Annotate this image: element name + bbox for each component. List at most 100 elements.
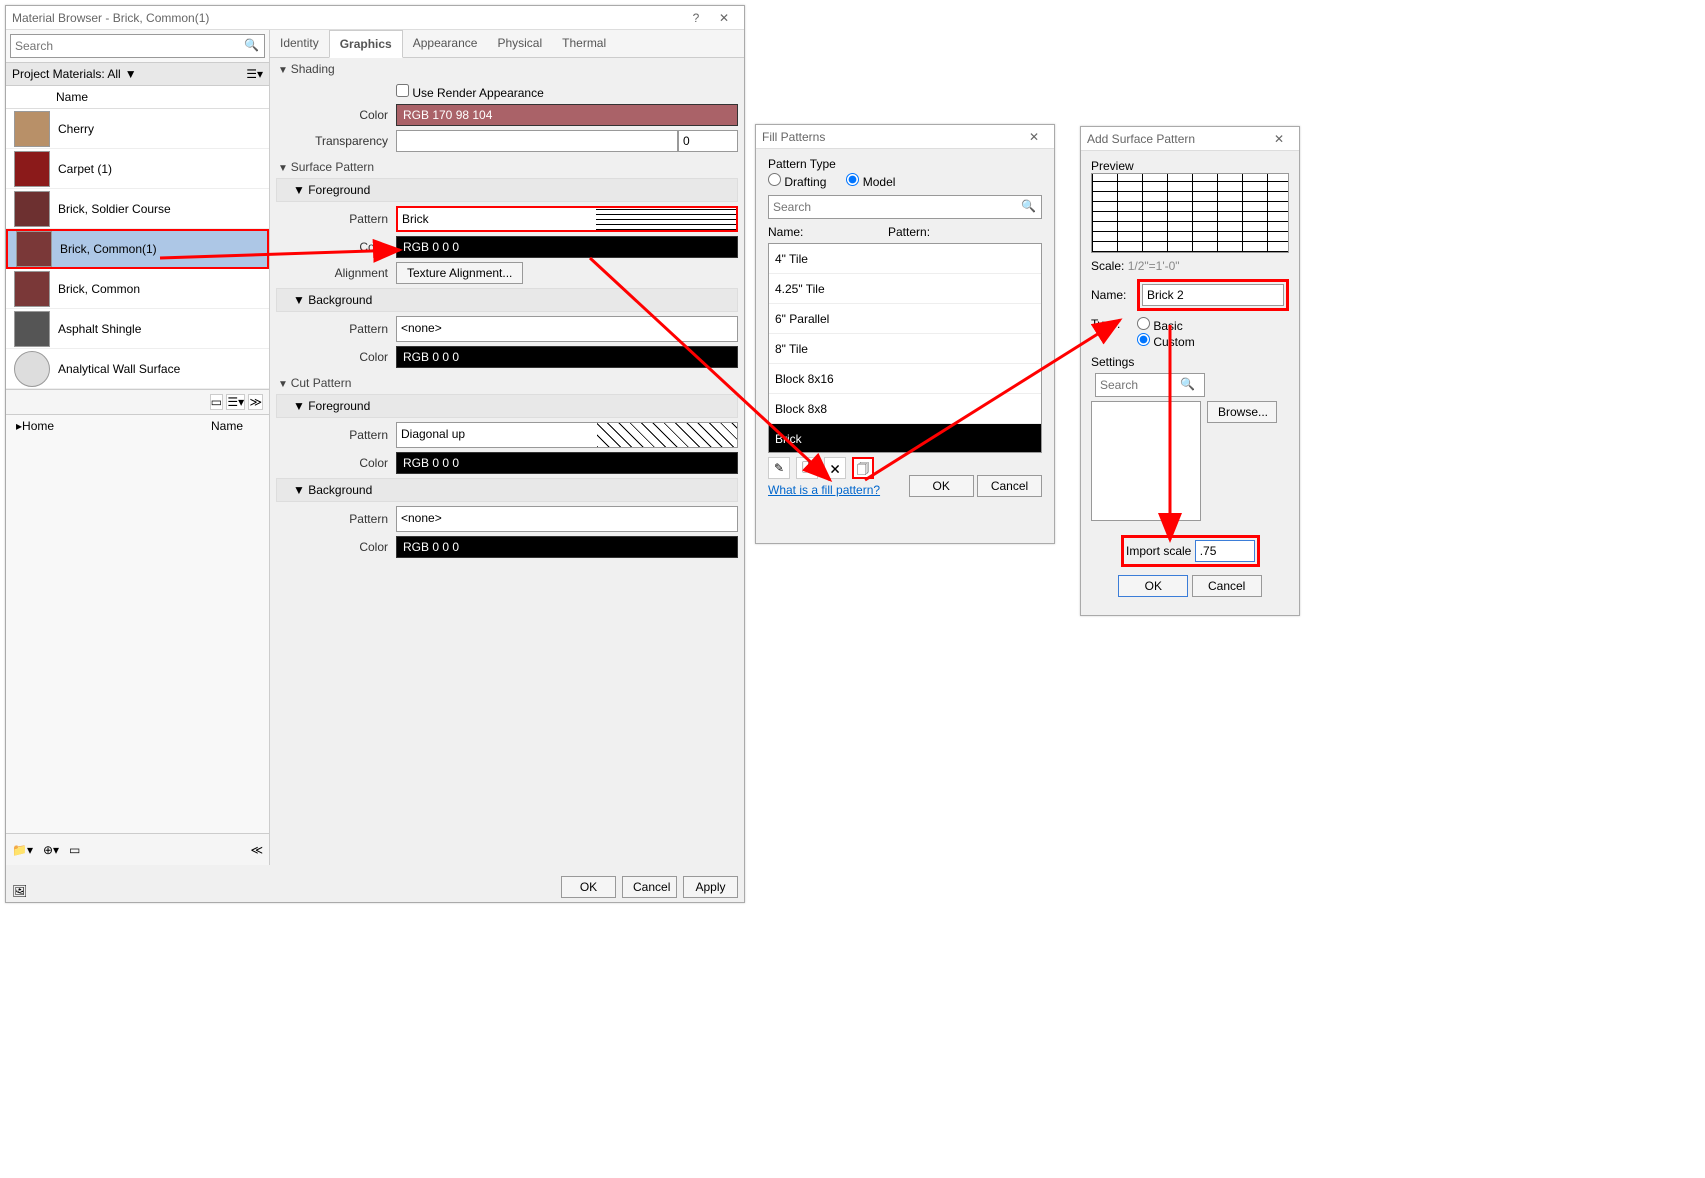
new-icon[interactable]: 🗋	[796, 457, 818, 479]
library-browser: ▸Home Name	[6, 414, 269, 437]
window-title: Material Browser - Brick, Common(1)	[12, 11, 682, 25]
surface-pattern-header[interactable]: Surface Pattern	[270, 156, 744, 178]
ok-button[interactable]: OK	[1118, 575, 1188, 597]
pattern-row[interactable]: 4" Tile	[769, 244, 1041, 274]
use-render-checkbox[interactable]: Use Render Appearance	[396, 86, 544, 100]
help-icon[interactable]: ?	[682, 11, 710, 25]
search-icon: 🔍	[244, 38, 259, 52]
asset-preview-icon[interactable]: 🖼	[12, 884, 27, 898]
type-label: Type:	[1091, 317, 1131, 349]
transparency-input[interactable]	[678, 130, 738, 152]
pattern-type-label: Pattern Type	[768, 157, 1042, 171]
apply-button[interactable]: Apply	[683, 876, 738, 898]
edit-icon[interactable]: ✎	[768, 457, 790, 479]
shading-header[interactable]: Shading	[270, 58, 744, 80]
property-tabs: Identity Graphics Appearance Physical Th…	[270, 30, 744, 58]
delete-icon[interactable]: 🗙	[824, 457, 846, 479]
surface-fg-color[interactable]: RGB 0 0 0	[396, 236, 738, 258]
what-is-fill-pattern-link[interactable]: What is a fill pattern?	[768, 483, 880, 497]
settings-list[interactable]	[1091, 401, 1201, 521]
pattern-row[interactable]: 6" Parallel	[769, 304, 1041, 334]
pattern-row[interactable]: 4.25" Tile	[769, 274, 1041, 304]
material-search: 🔍	[10, 34, 265, 58]
duplicate-icon[interactable]: 🗍	[852, 457, 874, 479]
import-scale-label: Import scale	[1126, 544, 1191, 558]
transparency-label: Transparency	[276, 134, 396, 148]
ok-button[interactable]: OK	[909, 475, 974, 497]
import-scale-input[interactable]	[1195, 540, 1255, 562]
cut-fg-pattern-button[interactable]: Diagonal up	[396, 422, 738, 448]
pattern-row[interactable]: Block 8x8	[769, 394, 1041, 424]
cut-bg-pattern-button[interactable]: <none>	[396, 506, 738, 532]
view-options-icon[interactable]: ☰▾	[246, 67, 263, 81]
panel-icon[interactable]: ▭	[210, 394, 223, 410]
list-options-icon[interactable]: ☰▾	[226, 394, 245, 410]
tab-appearance[interactable]: Appearance	[403, 30, 488, 57]
material-browser-titlebar: Material Browser - Brick, Common(1) ? ✕	[6, 6, 744, 30]
cancel-button[interactable]: Cancel	[1192, 575, 1262, 597]
cut-bg-header[interactable]: ▼ Background	[276, 478, 738, 502]
basic-radio[interactable]: Basic	[1137, 319, 1183, 333]
preview-label: Preview	[1091, 159, 1289, 173]
pattern-preview	[1091, 173, 1289, 253]
close-icon[interactable]: ✕	[1020, 130, 1048, 144]
custom-radio[interactable]: Custom	[1137, 335, 1195, 349]
create-material-icon[interactable]: ⊕▾	[43, 843, 59, 857]
surface-bg-pattern-button[interactable]: <none>	[396, 316, 738, 342]
pattern-list[interactable]: 4" Tile 4.25" Tile 6" Parallel 8" Tile B…	[768, 243, 1042, 453]
project-materials-header[interactable]: Project Materials: All ▼ ☰▾	[6, 62, 269, 86]
search-icon: 🔍	[1021, 199, 1036, 213]
tab-identity[interactable]: Identity	[270, 30, 329, 57]
home-nav[interactable]: ▸Home	[12, 419, 58, 433]
filter-icon[interactable]: ▼	[125, 67, 137, 81]
cancel-button[interactable]: Cancel	[977, 475, 1042, 497]
pattern-row[interactable]: 8" Tile	[769, 334, 1041, 364]
model-radio[interactable]: Model	[846, 173, 895, 189]
surface-bg-color[interactable]: RGB 0 0 0	[396, 346, 738, 368]
open-library-icon[interactable]: 📁▾	[12, 843, 33, 857]
drafting-radio[interactable]: Drafting	[768, 173, 826, 189]
fill-patterns-titlebar: Fill Patterns ✕	[756, 125, 1054, 149]
material-list: Name Cherry Carpet (1) Brick, Soldier Co…	[6, 86, 269, 389]
surface-bg-header[interactable]: ▼ Background	[276, 288, 738, 312]
alignment-label: Alignment	[276, 266, 396, 280]
collapse-icon[interactable]: ≪	[250, 843, 263, 857]
browse-button[interactable]: Browse...	[1207, 401, 1277, 423]
material-row[interactable]: Asphalt Shingle	[6, 309, 269, 349]
pattern-row-selected[interactable]: Brick	[769, 424, 1041, 453]
pattern-name-input[interactable]	[1142, 284, 1284, 306]
texture-alignment-button[interactable]: Texture Alignment...	[396, 262, 523, 284]
material-row[interactable]: Brick, Soldier Course	[6, 189, 269, 229]
materials-panel: 🔍 Project Materials: All ▼ ☰▾ Name Cherr…	[6, 30, 270, 865]
name-column-header: Name	[6, 86, 269, 109]
brick-pattern-preview	[596, 208, 736, 230]
material-row[interactable]: Brick, Common	[6, 269, 269, 309]
expand-icon[interactable]: ≫	[248, 394, 263, 410]
cancel-button[interactable]: Cancel	[622, 876, 677, 898]
cut-fg-header[interactable]: ▼ Foreground	[276, 394, 738, 418]
close-icon[interactable]: ✕	[710, 11, 738, 25]
tab-thermal[interactable]: Thermal	[552, 30, 616, 57]
cut-pattern-header[interactable]: Cut Pattern	[270, 372, 744, 394]
shading-color-swatch[interactable]: RGB 170 98 104	[396, 104, 738, 126]
material-search-input[interactable]	[10, 34, 265, 58]
pattern-search-input[interactable]	[768, 195, 1042, 219]
tab-physical[interactable]: Physical	[487, 30, 552, 57]
ok-button[interactable]: OK	[561, 876, 616, 898]
cut-bg-color[interactable]: RGB 0 0 0	[396, 536, 738, 558]
surface-fg-header[interactable]: ▼ Foreground	[276, 178, 738, 202]
view-icon[interactable]: ▭	[69, 843, 80, 857]
material-row[interactable]: Analytical Wall Surface	[6, 349, 269, 389]
material-row[interactable]: Cherry	[6, 109, 269, 149]
pattern-row[interactable]: Block 8x16	[769, 364, 1041, 394]
add-surface-pattern-titlebar: Add Surface Pattern ✕	[1081, 127, 1299, 151]
tab-graphics[interactable]: Graphics	[329, 30, 403, 58]
properties-panel: Identity Graphics Appearance Physical Th…	[270, 30, 744, 900]
material-row[interactable]: Carpet (1)	[6, 149, 269, 189]
surface-fg-pattern-button[interactable]: Brick	[396, 206, 738, 232]
transparency-slider[interactable]	[396, 130, 678, 152]
pattern-header: Pattern:	[888, 225, 930, 239]
cut-fg-color[interactable]: RGB 0 0 0	[396, 452, 738, 474]
material-row-selected[interactable]: Brick, Common(1)	[6, 229, 269, 269]
close-icon[interactable]: ✕	[1265, 132, 1293, 146]
